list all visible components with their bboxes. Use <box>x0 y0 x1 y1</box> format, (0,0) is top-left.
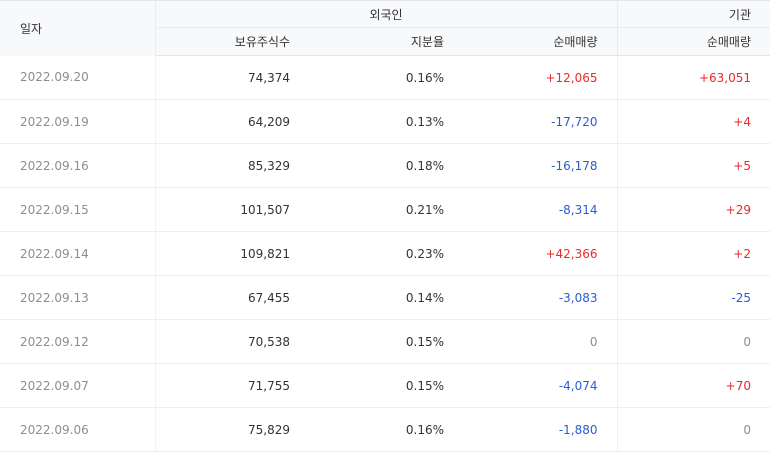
column-group-institution: 기관 <box>617 0 770 28</box>
table-body: 2022.09.20 74,374 0.16% +12,065 +63,051 2022.… <box>0 55 770 452</box>
row-date: 2022.09.07 <box>0 363 156 408</box>
row-institution-net: +29 <box>617 187 770 232</box>
row-institution-net: +2 <box>617 231 770 276</box>
row-holdings: 74,374 <box>155 55 309 100</box>
column-header-foreign-net: 순매매량 <box>463 27 618 56</box>
row-foreign-net: -17,720 <box>463 99 618 144</box>
row-date: 2022.09.20 <box>0 55 156 100</box>
row-foreign-net: 0 <box>463 319 618 364</box>
row-holdings: 75,829 <box>155 407 309 452</box>
row-ratio: 0.23% <box>309 231 463 276</box>
row-institution-net: 0 <box>617 319 770 364</box>
row-foreign-net: -3,083 <box>463 275 618 320</box>
row-ratio: 0.21% <box>309 187 463 232</box>
row-foreign-net: -16,178 <box>463 143 618 188</box>
row-date: 2022.09.13 <box>0 275 156 320</box>
table-row: 2022.09.13 67,455 0.14% -3,083 -25 <box>0 275 770 320</box>
column-header-ratio: 지분율 <box>309 27 463 56</box>
row-ratio: 0.15% <box>309 319 463 364</box>
row-holdings: 101,507 <box>155 187 309 232</box>
row-holdings: 67,455 <box>155 275 309 320</box>
row-ratio: 0.13% <box>309 99 463 144</box>
row-foreign-net: -1,880 <box>463 407 618 452</box>
row-ratio: 0.18% <box>309 143 463 188</box>
row-institution-net: +5 <box>617 143 770 188</box>
row-ratio: 0.14% <box>309 275 463 320</box>
row-ratio: 0.16% <box>309 407 463 452</box>
column-header-date: 일자 <box>0 0 156 56</box>
table-row: 2022.09.06 75,829 0.16% -1,880 0 <box>0 407 770 452</box>
row-holdings: 70,538 <box>155 319 309 364</box>
table-row: 2022.09.20 74,374 0.16% +12,065 +63,051 <box>0 55 770 100</box>
column-header-holdings: 보유주식수 <box>155 27 309 56</box>
table-header: 일자 외국인 기관 보유주식수 지분율 순매매량 순매매량 <box>0 0 770 56</box>
row-date: 2022.09.15 <box>0 187 156 232</box>
column-header-institution-net: 순매매량 <box>617 27 770 56</box>
row-foreign-net: -8,314 <box>463 187 618 232</box>
investor-trading-table-container: 일자 외국인 기관 보유주식수 지분율 순매매량 순매매량 2022.09.20… <box>0 0 770 453</box>
row-date: 2022.09.06 <box>0 407 156 452</box>
investor-trading-table: 일자 외국인 기관 보유주식수 지분율 순매매량 순매매량 2022.09.20… <box>0 0 770 452</box>
row-holdings: 109,821 <box>155 231 309 276</box>
row-holdings: 85,329 <box>155 143 309 188</box>
row-institution-net: 0 <box>617 407 770 452</box>
row-date: 2022.09.19 <box>0 99 156 144</box>
column-group-foreign: 외국인 <box>155 0 618 28</box>
row-holdings: 71,755 <box>155 363 309 408</box>
row-date: 2022.09.16 <box>0 143 156 188</box>
row-foreign-net: -4,074 <box>463 363 618 408</box>
row-ratio: 0.15% <box>309 363 463 408</box>
header-row-group: 일자 외국인 기관 <box>0 0 770 56</box>
row-institution-net: +63,051 <box>617 55 770 100</box>
row-institution-net: -25 <box>617 275 770 320</box>
table-row: 2022.09.12 70,538 0.15% 0 0 <box>0 319 770 364</box>
table-row: 2022.09.16 85,329 0.18% -16,178 +5 <box>0 143 770 188</box>
row-date: 2022.09.14 <box>0 231 156 276</box>
row-institution-net: +4 <box>617 99 770 144</box>
row-date: 2022.09.12 <box>0 319 156 364</box>
row-foreign-net: +42,366 <box>463 231 618 276</box>
row-institution-net: +70 <box>617 363 770 408</box>
table-row: 2022.09.14 109,821 0.23% +42,366 +2 <box>0 231 770 276</box>
table-row: 2022.09.15 101,507 0.21% -8,314 +29 <box>0 187 770 232</box>
row-ratio: 0.16% <box>309 55 463 100</box>
row-foreign-net: +12,065 <box>463 55 618 100</box>
row-holdings: 64,209 <box>155 99 309 144</box>
table-row: 2022.09.07 71,755 0.15% -4,074 +70 <box>0 363 770 408</box>
table-row: 2022.09.19 64,209 0.13% -17,720 +4 <box>0 99 770 144</box>
